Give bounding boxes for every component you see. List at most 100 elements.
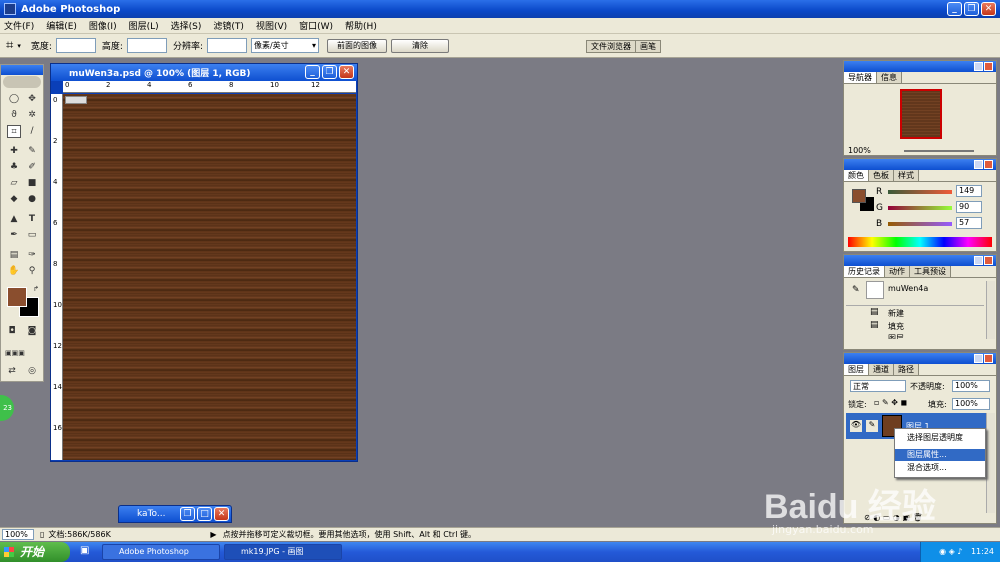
image-canvas[interactable] [63, 94, 356, 460]
zoom-tool-icon[interactable]: ⚲ [25, 265, 39, 278]
unit-select[interactable]: 像素/英寸 ▾ [250, 38, 319, 53]
color-ramp[interactable] [848, 237, 992, 247]
close-button[interactable]: ✕ [214, 507, 229, 521]
standard-mode-icon[interactable]: ◘ [5, 325, 19, 338]
opacity-input[interactable]: 100% [952, 380, 990, 392]
fill-input[interactable]: 100% [952, 398, 990, 410]
restore-button[interactable]: ❐ [180, 507, 195, 521]
menu-select[interactable]: 选择(S) [171, 19, 202, 32]
lasso-tool-icon[interactable]: ϑ [7, 109, 21, 122]
menu-item-select-layer-transparency[interactable]: 选择图层透明度 [895, 432, 985, 444]
tab-file-browser[interactable]: 文件浏览器 [587, 41, 636, 52]
eye-icon[interactable]: 👁 [850, 420, 862, 432]
tab-brushes[interactable]: 画笔 [636, 41, 660, 52]
move-tool-icon[interactable]: ✥ [25, 93, 39, 106]
panel-minimize-button[interactable] [974, 62, 983, 71]
red-value-input[interactable]: 149 [956, 185, 982, 197]
zoom-level-input[interactable]: 100% [2, 529, 34, 540]
panel-close-button[interactable] [984, 354, 993, 363]
menu-edit[interactable]: 编辑(E) [46, 19, 77, 32]
quicklaunch-icon[interactable]: ▣ [80, 545, 89, 556]
type-tool-icon[interactable]: T [25, 213, 39, 226]
taskbar-item-photoshop[interactable]: Adobe Photoshop [102, 544, 220, 560]
front-image-button[interactable]: 前面的图像 [326, 38, 387, 53]
tab-color[interactable]: 颜色 [844, 170, 869, 181]
snapshot-thumbnail[interactable] [866, 281, 884, 299]
resolution-input[interactable] [206, 38, 247, 53]
eyedropper-tool-icon[interactable]: ✑ [25, 249, 39, 262]
blue-slider[interactable] [888, 222, 952, 226]
tab-actions[interactable]: 动作 [885, 266, 910, 277]
healing-brush-icon[interactable]: ✚ [7, 145, 21, 158]
restore-button[interactable]: ❐ [964, 2, 979, 16]
dodge-tool-icon[interactable]: ● [25, 193, 39, 206]
doc-close-button[interactable]: ✕ [339, 65, 354, 79]
history-scrollbar[interactable] [986, 281, 995, 339]
adobe-online-icon[interactable] [3, 76, 41, 88]
shape-tool-icon[interactable]: ▭ [25, 229, 39, 242]
tab-swatches[interactable]: 色板 [869, 170, 894, 181]
clear-button[interactable]: 清除 [390, 38, 449, 53]
play-arrow-icon[interactable]: ▶ [210, 530, 216, 539]
crop-tool-icon[interactable]: ⌗ [7, 125, 21, 138]
minimize-button[interactable]: _ [947, 2, 962, 16]
screen-mode-icon[interactable]: ▣▣▣ [5, 347, 25, 360]
green-slider[interactable] [888, 206, 952, 210]
brush-link-icon[interactable]: ✎ [866, 420, 878, 432]
marquee-tool-icon[interactable]: ◯ [7, 93, 21, 106]
green-value-input[interactable]: 90 [956, 201, 982, 213]
history-item[interactable]: ▤ 新建 [846, 305, 984, 319]
clone-stamp-icon[interactable]: ♣ [7, 161, 21, 174]
pen-tool-icon[interactable]: ✒ [7, 229, 21, 242]
taskbar-item-paint[interactable]: mk19.JPG - 画图 [224, 544, 342, 560]
ruler-horizontal[interactable]: 0 2 4 6 8 10 12 [63, 81, 356, 93]
start-button[interactable]: 开始 [0, 542, 70, 562]
close-button[interactable]: ✕ [981, 2, 996, 16]
color-foreground-swatch[interactable] [852, 189, 866, 203]
blend-mode-select[interactable]: 正常 [850, 380, 906, 392]
panel-minimize-button[interactable] [974, 160, 983, 169]
menu-help[interactable]: 帮助(H) [345, 19, 377, 32]
width-input[interactable] [55, 38, 96, 53]
menu-view[interactable]: 视图(V) [256, 19, 287, 32]
swap-colors-icon[interactable]: ↱ [29, 283, 43, 296]
history-brush-icon[interactable]: ✐ [25, 161, 39, 174]
navigator-zoom-slider[interactable] [904, 150, 974, 152]
navigator-zoom-value[interactable]: 100% [848, 146, 871, 155]
gradient-tool-icon[interactable]: ■ [25, 177, 39, 190]
ruler-vertical[interactable]: 0 2 4 6 8 10 12 14 16 [51, 94, 63, 460]
panel-close-button[interactable] [984, 256, 993, 265]
history-item[interactable]: 图层 [846, 333, 984, 339]
app-title-bar[interactable]: Adobe Photoshop _ ❐ ✕ [0, 0, 1000, 18]
imageready-icon[interactable]: ◎ [25, 365, 39, 378]
maximize-button[interactable]: □ [197, 507, 212, 521]
brush-tool-icon[interactable]: ✎ [25, 145, 39, 158]
foreground-color-swatch[interactable] [7, 287, 27, 307]
tab-paths[interactable]: 路径 [894, 364, 919, 375]
slice-tool-icon[interactable]: / [25, 125, 39, 138]
menu-file[interactable]: 文件(F) [4, 19, 34, 32]
magic-wand-tool-icon[interactable]: ✲ [25, 109, 39, 122]
menu-layer[interactable]: 图层(L) [129, 19, 159, 32]
blue-value-input[interactable]: 57 [956, 217, 982, 229]
menu-image[interactable]: 图像(I) [89, 19, 117, 32]
quickmask-mode-icon[interactable]: ◙ [25, 325, 39, 338]
notes-tool-icon[interactable]: ▤ [7, 249, 21, 262]
jump-to-imageready-icon[interactable]: ⇄ [5, 365, 19, 378]
panel-close-button[interactable] [984, 160, 993, 169]
lock-icons[interactable]: ▫ ✎ ✥ ◼ [874, 398, 907, 407]
tool-preset-chevron-icon[interactable]: ▾ [17, 42, 21, 50]
history-snapshot-label[interactable]: muWen4a [888, 284, 928, 293]
doc-minimize-button[interactable]: _ [305, 65, 320, 79]
layers-scrollbar[interactable] [986, 413, 995, 513]
toolbox-title[interactable] [1, 65, 43, 75]
panel-close-button[interactable] [984, 62, 993, 71]
tab-navigator[interactable]: 导航器 [844, 72, 877, 83]
clock[interactable]: 11:24 [971, 547, 994, 556]
document-info-icon[interactable]: ▯ [40, 530, 44, 539]
navigator-thumbnail[interactable] [900, 89, 942, 139]
doc-restore-button[interactable]: ❐ [322, 65, 337, 79]
minimized-document-window[interactable]: kaTo... ❐ □ ✕ [118, 505, 232, 523]
tab-tool-presets[interactable]: 工具预设 [910, 266, 951, 277]
crop-tool-icon[interactable]: ⌗ [6, 38, 13, 53]
